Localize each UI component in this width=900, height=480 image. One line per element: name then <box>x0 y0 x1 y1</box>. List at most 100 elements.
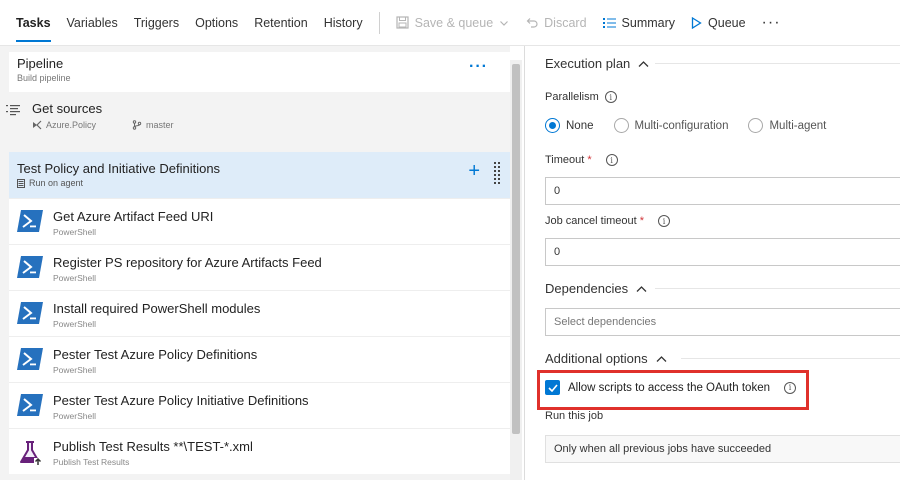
run-condition-select[interactable]: Only when all previous jobs have succeed… <box>545 435 900 463</box>
task-subtitle: PowerShell <box>53 411 96 421</box>
parallelism-label-row: Parallelism i <box>545 91 617 103</box>
required-mark: * <box>639 215 645 227</box>
section-divider <box>681 358 900 359</box>
execution-plan-header[interactable]: Execution plan <box>545 56 649 71</box>
add-task-button[interactable]: + <box>468 160 480 183</box>
queue-button[interactable]: Queue <box>683 0 754 46</box>
agent-job-item[interactable]: Test Policy and Initiative Definitions R… <box>9 152 510 198</box>
dependencies-heading: Dependencies <box>545 281 629 296</box>
chevron-up-icon <box>636 285 647 292</box>
pipeline-more-button[interactable]: ··· <box>469 58 488 76</box>
get-sources-item[interactable]: Get sources Azure.Policy master <box>0 96 510 146</box>
play-icon <box>691 16 702 29</box>
summary-button[interactable]: Summary <box>595 0 683 46</box>
get-sources-meta: Azure.Policy master <box>32 120 174 130</box>
queue-label: Queue <box>708 15 746 30</box>
chevron-up-icon <box>656 355 667 362</box>
radio-multi-configuration[interactable]: Multi-configuration <box>613 118 729 133</box>
task-item[interactable]: Publish Test Results **\TEST-*.xml Publi… <box>9 428 510 474</box>
timeout-input[interactable]: 0 <box>545 177 900 205</box>
scrollbar-thumb[interactable] <box>512 64 520 434</box>
tab-retention[interactable]: Retention <box>246 0 316 46</box>
cancel-timeout-input[interactable]: 0 <box>545 238 900 266</box>
task-item[interactable]: Install required PowerShell modules Powe… <box>9 290 510 336</box>
job-title: Test Policy and Initiative Definitions <box>17 161 221 176</box>
flask-icon <box>20 441 42 466</box>
repo-icon <box>33 120 42 130</box>
task-subtitle: PowerShell <box>53 273 96 283</box>
discard-label: Discard <box>544 15 587 30</box>
tab-triggers[interactable]: Triggers <box>126 0 187 46</box>
get-sources-title: Get sources <box>32 101 103 116</box>
powershell-icon <box>17 210 43 232</box>
powershell-icon <box>17 256 43 278</box>
radio-dot <box>613 118 629 133</box>
additional-options-header[interactable]: Additional options <box>545 351 667 366</box>
summary-label: Summary <box>621 15 676 30</box>
task-subtitle: PowerShell <box>53 319 96 329</box>
repo-name: Azure.Policy <box>46 120 97 130</box>
task-title: Publish Test Results **\TEST-*.xml <box>53 439 253 454</box>
save-queue-label: Save & queue <box>414 15 494 30</box>
section-divider <box>655 288 900 289</box>
more-actions-button[interactable]: ··· <box>754 14 789 32</box>
tab-variables[interactable]: Variables <box>59 0 126 46</box>
radio-multi-agent-label: Multi-agent <box>769 119 827 132</box>
pipeline-subtitle: Build pipeline <box>17 73 71 83</box>
highlight-annotation <box>537 370 809 410</box>
radio-multi-agent[interactable]: Multi-agent <box>748 118 826 133</box>
radio-dot <box>748 118 764 133</box>
task-item[interactable]: Pester Test Azure Policy Initiative Defi… <box>9 382 510 428</box>
radio-dot <box>545 118 560 133</box>
discard-button[interactable]: Discard <box>517 0 594 46</box>
job-properties-panel: Execution plan Parallelism i None Multi-… <box>525 46 900 480</box>
info-icon[interactable]: i <box>605 154 618 166</box>
tab-history[interactable]: History <box>316 0 371 46</box>
additional-options-heading: Additional options <box>545 351 648 366</box>
run-this-job-label: Run this job <box>545 410 603 422</box>
tasks-scrollbar[interactable] <box>510 60 522 480</box>
server-icon <box>17 178 25 188</box>
job-subtitle-row: Run on agent <box>17 178 83 188</box>
task-title: Get Azure Artifact Feed URI <box>53 209 214 224</box>
tab-tasks[interactable]: Tasks <box>8 0 59 46</box>
pipeline-item[interactable]: Pipeline Build pipeline ··· <box>9 52 510 92</box>
branch-icon <box>132 120 142 130</box>
toolbar: Tasks Variables Triggers Options Retenti… <box>0 0 900 46</box>
timeout-label: Timeout <box>545 154 585 166</box>
radio-multi-configuration-label: Multi-configuration <box>634 119 729 132</box>
execution-plan-heading: Execution plan <box>545 56 631 71</box>
powershell-icon <box>17 302 43 324</box>
build-pipeline-editor: Tasks Variables Triggers Options Retenti… <box>0 0 900 480</box>
section-divider <box>655 63 900 64</box>
task-item[interactable]: Pester Test Azure Policy Definitions Pow… <box>9 336 510 382</box>
info-icon[interactable]: i <box>604 91 617 103</box>
branch-name: master <box>146 120 174 130</box>
run-this-job-text: Run this job <box>545 410 604 422</box>
save-icon <box>396 16 409 29</box>
dependencies-header[interactable]: Dependencies <box>545 281 647 296</box>
dependencies-select[interactable]: Select dependencies <box>545 308 900 336</box>
task-item[interactable]: Register PS repository for Azure Artifac… <box>9 244 510 290</box>
task-title: Install required PowerShell modules <box>53 301 261 316</box>
task-subtitle: PowerShell <box>53 227 96 237</box>
tab-options[interactable]: Options <box>187 0 246 46</box>
radio-none[interactable]: None <box>545 118 594 133</box>
source-icon <box>6 105 20 116</box>
job-subtitle: Run on agent <box>29 178 84 188</box>
required-mark: * <box>587 154 592 166</box>
timeout-label-row: Timeout * i <box>545 154 618 166</box>
cancel-timeout-label: Job cancel timeout <box>545 215 637 227</box>
info-icon[interactable]: i <box>658 215 671 227</box>
save-queue-button[interactable]: Save & queue <box>388 0 518 46</box>
cancel-timeout-label-row: Job cancel timeout * i <box>545 215 671 227</box>
task-title: Register PS repository for Azure Artifac… <box>53 255 322 270</box>
task-item[interactable]: Get Azure Artifact Feed URI PowerShell <box>9 198 510 244</box>
pipeline-title: Pipeline <box>17 56 64 71</box>
task-title: Pester Test Azure Policy Definitions <box>53 347 258 362</box>
undo-icon <box>526 18 538 28</box>
task-subtitle: Publish Test Results <box>53 457 130 467</box>
chevron-down-icon <box>500 20 509 26</box>
drag-handle-icon[interactable] <box>494 162 500 186</box>
radio-none-label: None <box>566 119 594 132</box>
